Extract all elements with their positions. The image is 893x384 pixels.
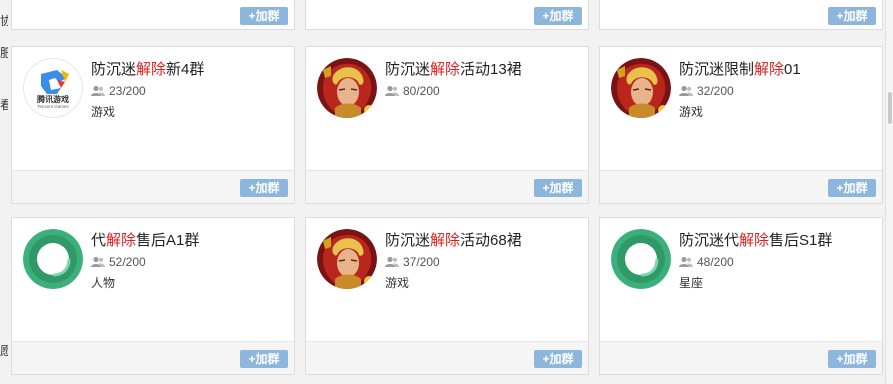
people-icon	[679, 256, 693, 271]
left-glimpse-text: 协	[0, 14, 8, 28]
card-footer: +加群	[600, 170, 882, 203]
join-group-button[interactable]: +加群	[828, 350, 876, 368]
left-glimpse-text: 看	[0, 98, 8, 112]
card-footer: +加群	[306, 170, 588, 203]
member-count: 80/200	[385, 84, 440, 100]
join-group-button[interactable]: +加群	[240, 7, 288, 25]
group-title[interactable]: 防沉迷限制解除01	[679, 58, 801, 79]
people-icon	[385, 85, 399, 100]
people-icon	[385, 256, 399, 271]
member-count: 48/200	[679, 255, 734, 271]
group-category: 星座	[679, 276, 704, 290]
left-panel-edge: 协 肥 看 愿	[0, 0, 10, 384]
group-title[interactable]: 代解除售后A1群	[91, 229, 199, 250]
join-group-button[interactable]: +加群	[240, 179, 288, 197]
group-card: 腾讯游戏 Tencent Games 防沉迷解除新4群 23/200 游戏 +加…	[11, 46, 295, 204]
join-group-button[interactable]: +加群	[534, 350, 582, 368]
hero-avatar[interactable]	[611, 58, 671, 118]
join-group-button[interactable]: +加群	[534, 7, 582, 25]
group-card: 防沉迷限制解除01 32/200 游戏 +加群	[599, 46, 883, 204]
join-group-button[interactable]: +加群	[828, 7, 876, 25]
join-group-button[interactable]: +加群	[534, 179, 582, 197]
green-ring-avatar[interactable]	[23, 229, 83, 289]
group-category: 游戏	[385, 276, 410, 290]
group-card-partial: +加群	[305, 0, 589, 30]
member-count: 52/200	[91, 255, 146, 271]
group-category: 人物	[91, 276, 116, 290]
group-title[interactable]: 防沉迷解除活动68裙	[385, 229, 522, 250]
left-glimpse-text: 肥	[0, 46, 8, 60]
left-glimpse-text: 愿	[0, 344, 8, 358]
scrollbar-thumb[interactable]	[888, 92, 892, 124]
people-icon	[91, 256, 105, 271]
card-footer: +加群	[12, 341, 294, 374]
join-group-button[interactable]: +加群	[240, 350, 288, 368]
group-card: 代解除售后A1群 52/200 人物 +加群	[11, 217, 295, 375]
hero-avatar[interactable]	[317, 229, 377, 289]
card-footer: +加群	[12, 170, 294, 203]
join-group-button[interactable]: +加群	[828, 179, 876, 197]
hero-avatar[interactable]	[317, 58, 377, 118]
group-card-partial: +加群	[599, 0, 883, 30]
group-category: 游戏	[679, 105, 704, 119]
group-card: 防沉迷解除活动68裙 37/200 游戏 +加群	[305, 217, 589, 375]
group-category: 游戏	[91, 105, 116, 119]
people-icon	[91, 85, 105, 100]
avatar-text: 腾讯游戏	[36, 94, 69, 104]
green-ring-avatar[interactable]	[611, 229, 671, 289]
card-footer: +加群	[306, 341, 588, 374]
member-count: 37/200	[385, 255, 440, 271]
group-card-partial: +加群	[11, 0, 295, 30]
member-count: 23/200	[91, 84, 146, 100]
group-card: 防沉迷解除活动13裙 80/200 +加群	[305, 46, 589, 204]
card-footer: +加群	[600, 341, 882, 374]
people-icon	[679, 85, 693, 100]
member-count: 32/200	[679, 84, 734, 100]
avatar-subtext: Tencent Games	[37, 104, 69, 109]
group-title[interactable]: 防沉迷解除活动13裙	[385, 58, 522, 79]
group-card: 防沉迷代解除售后S1群 48/200 星座 +加群	[599, 217, 883, 375]
tencent-games-avatar[interactable]: 腾讯游戏 Tencent Games	[23, 58, 83, 118]
group-title[interactable]: 防沉迷代解除售后S1群	[679, 229, 832, 250]
page-scrollbar[interactable]	[885, 0, 893, 384]
group-title[interactable]: 防沉迷解除新4群	[91, 58, 204, 79]
